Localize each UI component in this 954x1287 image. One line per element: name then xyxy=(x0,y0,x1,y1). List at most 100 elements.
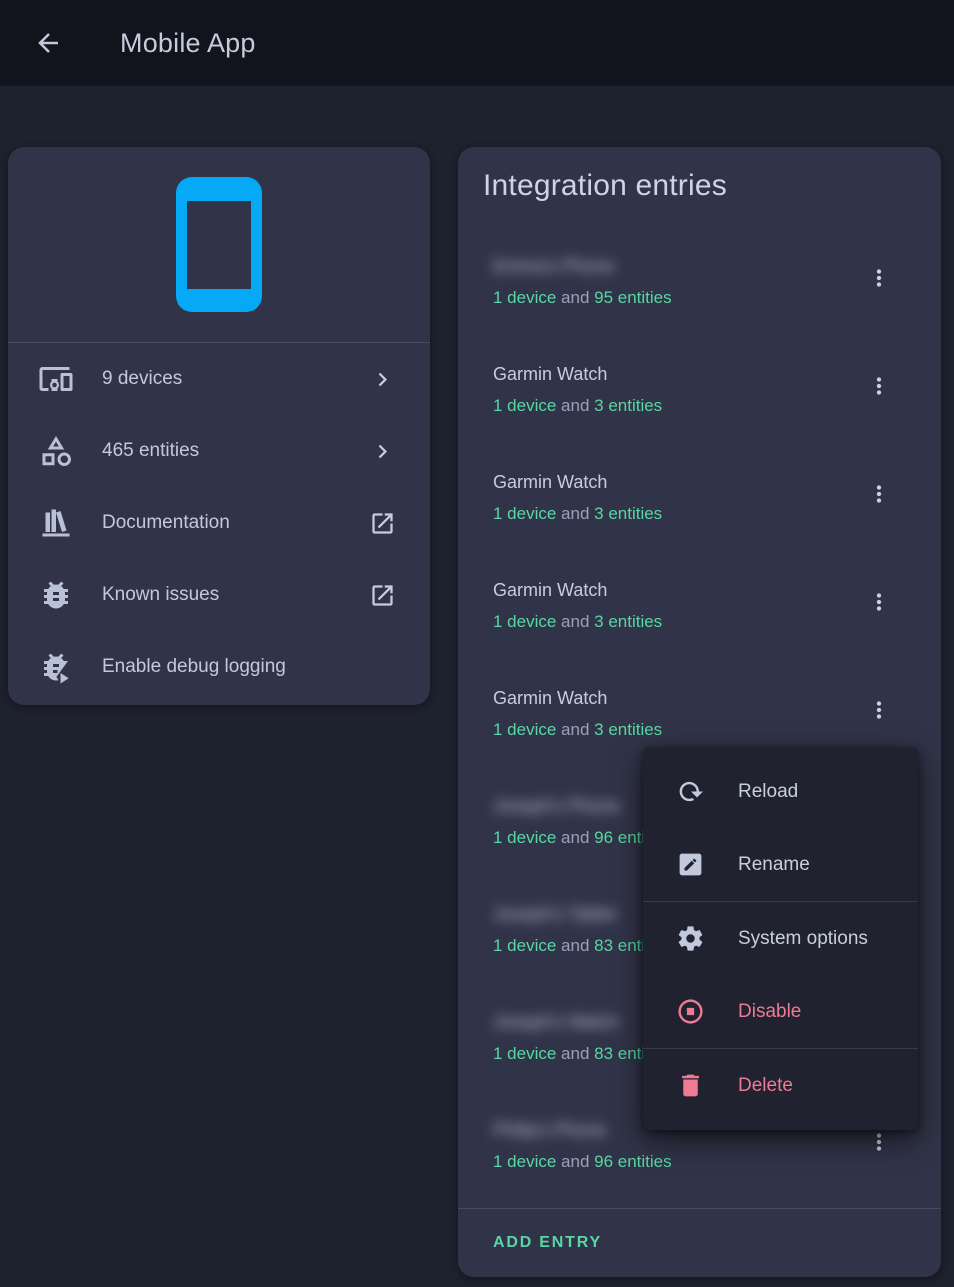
menu-item-label: Reload xyxy=(738,781,798,803)
entry-entities-link[interactable]: 3 entities xyxy=(594,396,662,415)
entry-summary-conjunction: and xyxy=(556,720,594,739)
entry-entities-link[interactable]: 3 entities xyxy=(594,720,662,739)
arrow-left-icon xyxy=(33,28,63,58)
entry-summary: 1 device and 95 entities xyxy=(493,286,861,310)
back-button[interactable] xyxy=(24,19,72,67)
entries-footer: ADD ENTRY xyxy=(458,1208,941,1277)
entry-devices-link[interactable]: 1 device xyxy=(493,828,556,847)
delete-icon xyxy=(676,1071,705,1100)
page-title: Mobile App xyxy=(120,28,256,59)
stop-circle-icon xyxy=(676,997,705,1026)
integration-info-card: 9 devices 465 entities Documentation Known … xyxy=(8,147,430,705)
entry-summary-conjunction: and xyxy=(556,504,594,523)
entry-devices-link[interactable]: 1 device xyxy=(493,612,556,631)
integration-entry: Garmin Watch 1 device and 3 entities xyxy=(458,456,941,564)
info-row-9-devices[interactable]: 9 devices xyxy=(8,343,430,415)
info-row-label: Enable debug logging xyxy=(102,656,396,678)
entry-name: Joseph's Tablet xyxy=(493,902,616,926)
entry-name: Garmin Watch xyxy=(493,578,607,602)
menu-item-label: Delete xyxy=(738,1075,793,1097)
entry-name: Joseph's Phone xyxy=(493,794,621,818)
info-row-known-issues[interactable]: Known issues xyxy=(8,559,430,631)
dots-vertical-icon xyxy=(866,697,892,723)
info-row-label: Known issues xyxy=(102,584,369,606)
entry-summary-conjunction: and xyxy=(556,1152,594,1171)
entry-devices-link[interactable]: 1 device xyxy=(493,396,556,415)
entry-name: Philip's Phone xyxy=(493,1118,607,1142)
menu-item-disable[interactable]: Disable xyxy=(643,975,918,1048)
entry-menu-button[interactable] xyxy=(861,582,897,622)
info-row-enable-debug-logging[interactable]: Enable debug logging xyxy=(8,631,430,703)
entry-name: Emma's Phone xyxy=(493,254,615,278)
chevron-right-icon xyxy=(369,438,396,465)
entry-entities-link[interactable]: 3 entities xyxy=(594,612,662,631)
integration-hero xyxy=(8,147,430,343)
entry-menu-button[interactable] xyxy=(861,474,897,514)
entry-summary: 1 device and 3 entities xyxy=(493,394,861,418)
cellphone-screen xyxy=(187,201,251,289)
entry-summary: 1 device and 96 entities xyxy=(493,1150,861,1174)
entry-menu-button[interactable] xyxy=(861,690,897,730)
bookshelf-icon xyxy=(38,505,74,541)
menu-item-system-options[interactable]: System options xyxy=(643,902,918,975)
entry-summary-conjunction: and xyxy=(556,828,594,847)
entry-menu-button[interactable] xyxy=(861,366,897,406)
cellphone-icon xyxy=(176,177,262,312)
open-in-new-icon xyxy=(369,582,396,609)
devices-icon xyxy=(38,361,74,397)
open-in-new-icon xyxy=(369,510,396,537)
app-header: Mobile App xyxy=(0,0,954,86)
rename-icon xyxy=(676,850,705,879)
entries-card-title: Integration entries xyxy=(483,169,727,203)
info-row-label: 9 devices xyxy=(102,368,369,390)
dots-vertical-icon xyxy=(866,265,892,291)
menu-item-rename[interactable]: Rename xyxy=(643,828,918,901)
dots-vertical-icon xyxy=(866,589,892,615)
entry-devices-link[interactable]: 1 device xyxy=(493,288,556,307)
integration-entry: Garmin Watch 1 device and 3 entities xyxy=(458,564,941,672)
entry-summary-conjunction: and xyxy=(556,1044,594,1063)
menu-item-reload[interactable]: Reload xyxy=(643,755,918,828)
entry-summary-conjunction: and xyxy=(556,396,594,415)
bug-icon xyxy=(38,577,74,613)
info-row-label: 465 entities xyxy=(102,440,369,462)
menu-item-delete[interactable]: Delete xyxy=(643,1049,918,1122)
entry-name: Garmin Watch xyxy=(493,470,607,494)
entry-name: Joseph's Watch xyxy=(493,1010,619,1034)
entry-entities-link[interactable]: 3 entities xyxy=(594,504,662,523)
dots-vertical-icon xyxy=(866,1129,892,1155)
entry-summary-conjunction: and xyxy=(556,612,594,631)
menu-item-label: Rename xyxy=(738,854,810,876)
dots-vertical-icon xyxy=(866,373,892,399)
entry-name: Garmin Watch xyxy=(493,362,607,386)
entry-context-menu: Reload Rename System options Disable Delete xyxy=(643,747,918,1130)
reload-icon xyxy=(676,777,705,806)
entry-summary-conjunction: and xyxy=(556,936,594,955)
chevron-right-icon xyxy=(369,366,396,393)
entry-devices-link[interactable]: 1 device xyxy=(493,720,556,739)
entry-menu-button[interactable] xyxy=(861,258,897,298)
info-row-list: 9 devices 465 entities Documentation Known … xyxy=(8,343,430,703)
add-entry-button[interactable]: ADD ENTRY xyxy=(493,1226,602,1260)
integration-entry: Emma's Phone 1 device and 95 entities xyxy=(458,240,941,348)
bug-play-icon xyxy=(38,649,74,685)
entry-devices-link[interactable]: 1 device xyxy=(493,1152,556,1171)
entry-entities-link[interactable]: 95 entities xyxy=(594,288,672,307)
menu-item-label: Disable xyxy=(738,1001,801,1023)
entry-devices-link[interactable]: 1 device xyxy=(493,504,556,523)
entry-devices-link[interactable]: 1 device xyxy=(493,1044,556,1063)
entry-summary: 1 device and 3 entities xyxy=(493,610,861,634)
info-row-documentation[interactable]: Documentation xyxy=(8,487,430,559)
entry-summary: 1 device and 3 entities xyxy=(493,502,861,526)
shapes-icon xyxy=(38,433,74,469)
entry-devices-link[interactable]: 1 device xyxy=(493,936,556,955)
menu-item-label: System options xyxy=(738,928,868,950)
info-row-label: Documentation xyxy=(102,512,369,534)
entry-entities-link[interactable]: 96 entities xyxy=(594,1152,672,1171)
entry-name: Garmin Watch xyxy=(493,686,607,710)
entry-summary: 1 device and 3 entities xyxy=(493,718,861,742)
integration-entry: Garmin Watch 1 device and 3 entities xyxy=(458,348,941,456)
info-row-465-entities[interactable]: 465 entities xyxy=(8,415,430,487)
entry-summary-conjunction: and xyxy=(556,288,594,307)
cog-icon xyxy=(676,924,705,953)
